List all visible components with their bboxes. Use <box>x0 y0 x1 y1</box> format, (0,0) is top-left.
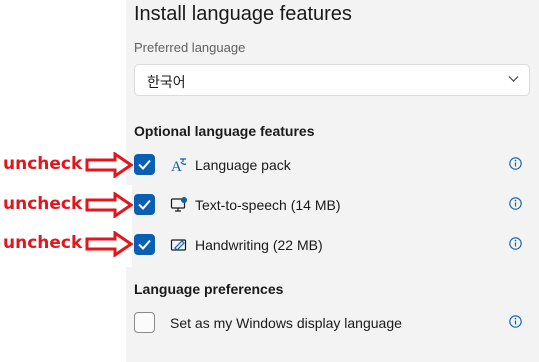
handwriting-label: Handwriting (22 MB) <box>195 237 323 253</box>
dialog-title: Install language features <box>134 3 352 25</box>
preferred-language-value: 한국어 <box>147 75 186 91</box>
checkmark-icon <box>138 239 151 250</box>
text-to-speech-icon <box>170 197 187 212</box>
preferred-language-label: Preferred language <box>134 40 246 55</box>
text-to-speech-label: Text-to-speech (14 MB) <box>195 197 341 213</box>
text-to-speech-checkbox[interactable] <box>134 194 155 215</box>
optional-features-heading: Optional language features <box>134 123 315 139</box>
uncheck-annotation-1: uncheck <box>3 154 83 174</box>
svg-text:A: A <box>171 159 182 174</box>
handwriting-checkbox[interactable] <box>134 234 155 255</box>
uncheck-annotation-3: uncheck <box>3 233 83 253</box>
handwriting-icon <box>170 239 187 251</box>
display-language-checkbox[interactable] <box>134 312 155 333</box>
info-icon[interactable] <box>509 315 522 328</box>
display-language-label: Set as my Windows display language <box>170 315 402 331</box>
arrow-right-icon <box>85 152 133 178</box>
preferred-language-dropdown[interactable]: 한국어 <box>134 64 530 96</box>
language-preferences-heading: Language preferences <box>134 281 284 297</box>
language-pack-label: Language pack <box>195 157 291 173</box>
arrow-right-icon <box>85 192 133 218</box>
info-icon[interactable] <box>509 197 522 210</box>
checkmark-icon <box>138 199 151 210</box>
checkmark-icon <box>138 159 151 170</box>
language-pack-icon: A <box>171 158 187 174</box>
info-icon[interactable] <box>509 237 522 250</box>
language-pack-checkbox[interactable] <box>134 154 155 175</box>
arrow-right-icon <box>85 231 133 257</box>
info-icon[interactable] <box>509 157 522 170</box>
chevron-down-icon <box>508 76 519 82</box>
uncheck-annotation-2: uncheck <box>3 194 83 214</box>
